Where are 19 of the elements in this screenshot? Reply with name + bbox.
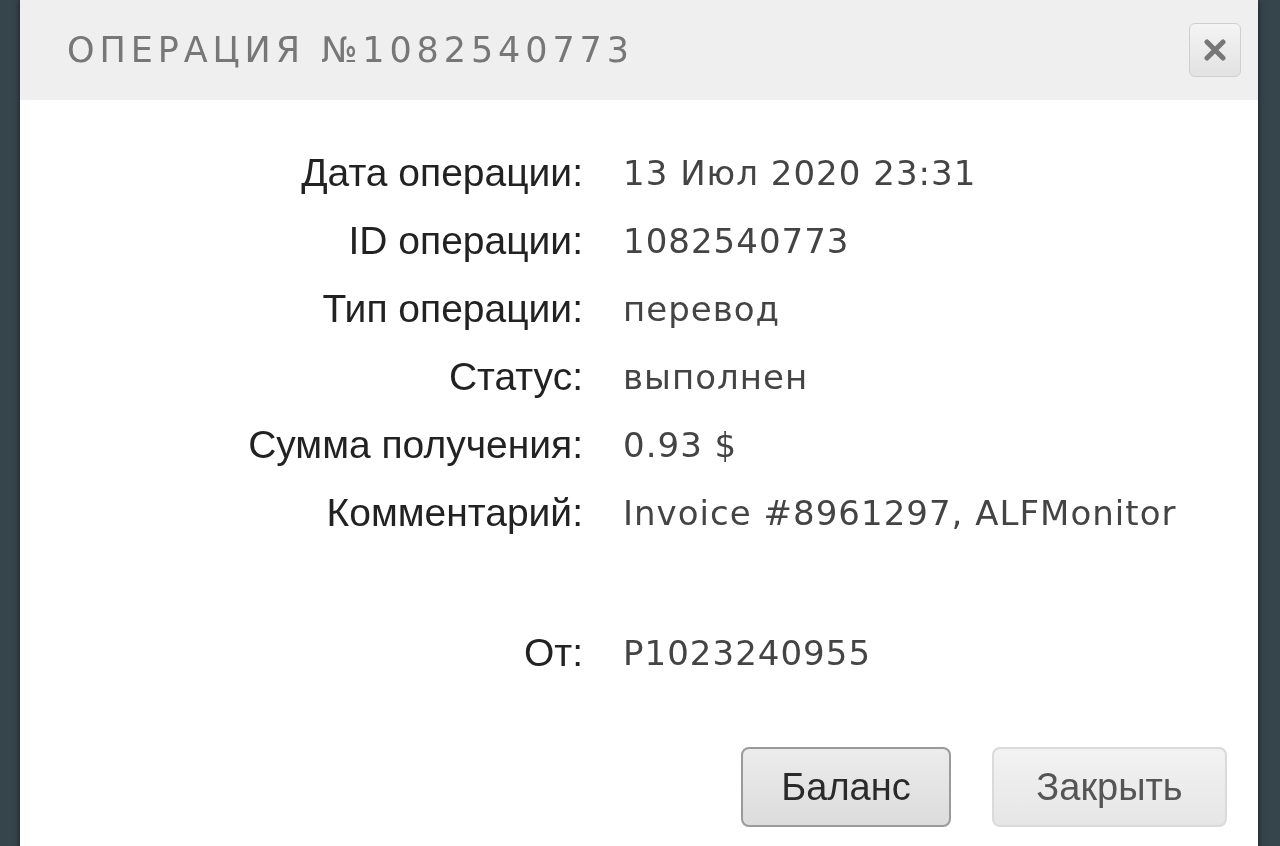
field-label: Сумма получения: bbox=[247, 421, 583, 468]
close-icon bbox=[1204, 39, 1226, 61]
close-button[interactable] bbox=[1189, 23, 1241, 77]
field-label: От: bbox=[522, 629, 583, 676]
field-value: 0.93 $ bbox=[623, 423, 738, 467]
field-label: ID операции: bbox=[347, 217, 583, 264]
close-dialog-button[interactable]: Закрыть bbox=[992, 747, 1227, 827]
field-value: перевод bbox=[623, 287, 781, 331]
dialog-title: ОПЕРАЦИЯ №1082540773 bbox=[67, 28, 634, 72]
field-label: Дата операции: bbox=[300, 149, 583, 196]
field-value: выполнен bbox=[623, 355, 809, 399]
field-value: 1082540773 bbox=[623, 219, 850, 263]
field-value: 13 Июл 2020 23:31 bbox=[623, 151, 977, 195]
field-label: Комментарий: bbox=[325, 489, 583, 536]
field-label: Тип операции: bbox=[321, 285, 583, 332]
field-value: P1023240955 bbox=[623, 631, 872, 675]
field-value: Invoice #8961297, ALFMonitor bbox=[623, 491, 1177, 535]
field-label: Статус: bbox=[447, 353, 583, 400]
balance-button[interactable]: Баланс bbox=[741, 747, 951, 827]
